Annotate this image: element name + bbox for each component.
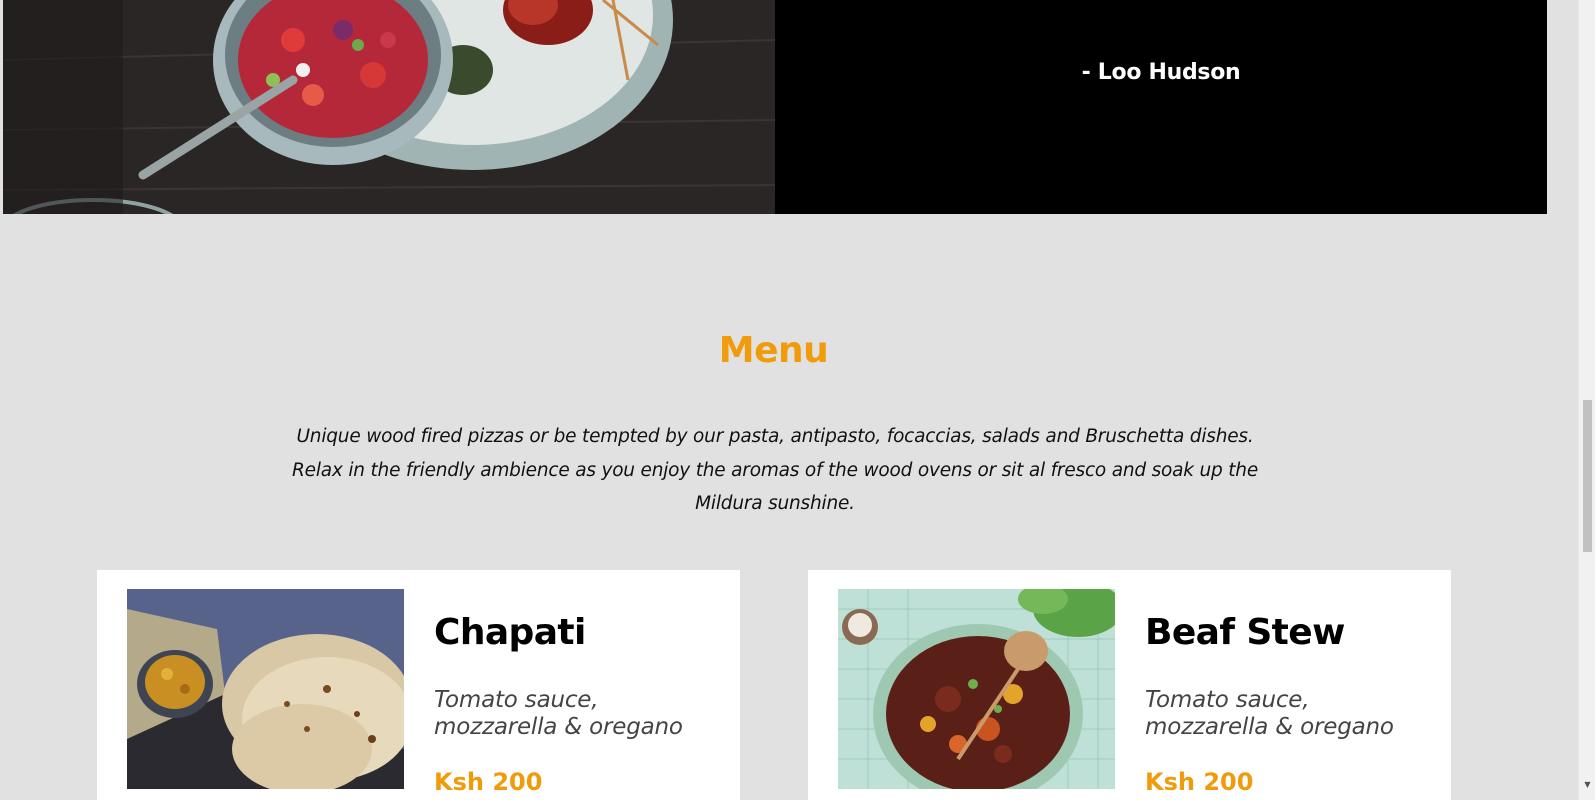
menu-intro-text: Unique wood fired pizzas or be tempted b… (292, 426, 1258, 514)
menu-item-price: Ksh 200 (434, 768, 543, 796)
menu-heading: Menu (718, 330, 829, 371)
testimonial-panel: - Loo Hudson (775, 0, 1547, 214)
menu-item-name: Chapati (434, 612, 586, 653)
testimonial-food-image (3, 0, 775, 214)
beaf-stew-image (838, 589, 1115, 789)
menu-item-name: Beaf Stew (1145, 612, 1345, 653)
testimonial-author: - Loo Hudson (1081, 60, 1241, 85)
page: - Loo Hudson Menu Unique wood fired pizz… (0, 0, 1578, 800)
vertical-scrollbar[interactable]: ▼ (1578, 0, 1595, 800)
scroll-down-arrow-icon[interactable]: ▼ (1579, 778, 1595, 792)
scrollbar-thumb[interactable] (1583, 400, 1592, 552)
menu-item-description: Tomato sauce, mozzarella & oregano (434, 687, 683, 740)
menu-card-beaf-stew: Beaf Stew Tomato sauce, mozzarella & ore… (808, 570, 1451, 800)
menu-card-chapati: Chapati Tomato sauce, mozzarella & orega… (97, 570, 740, 800)
menu-item-price: Ksh 200 (1145, 768, 1254, 796)
menu-item-description: Tomato sauce, mozzarella & oregano (1145, 687, 1394, 740)
chapati-image (127, 589, 404, 789)
